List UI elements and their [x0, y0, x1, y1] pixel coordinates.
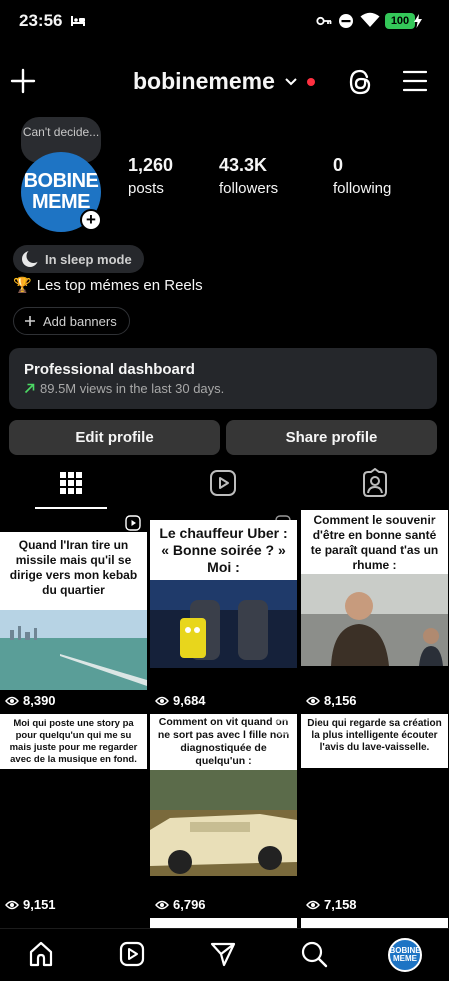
grid-post[interactable]: Moi qui poste une story pa pour quelqu'u… [0, 714, 147, 915]
stat-posts[interactable]: 1,260 posts [128, 155, 173, 197]
reel-indicator-icon [275, 515, 291, 531]
tagged-icon[interactable] [360, 468, 390, 498]
charging-icon [414, 14, 422, 28]
status-time: 23:56 [19, 11, 63, 30]
stat-label: followers [219, 180, 279, 197]
threads-icon[interactable] [348, 68, 374, 96]
home-icon[interactable] [27, 940, 55, 968]
trophy-icon: 🏆 [13, 277, 32, 294]
post-image [150, 580, 297, 668]
view-count: 8,156 [306, 693, 357, 708]
stat-followers[interactable]: 43.3K followers [219, 155, 278, 197]
edit-profile-button[interactable]: Edit profile [9, 420, 220, 455]
trend-up-arrow-icon [24, 383, 35, 394]
view-count-value: 8,390 [23, 693, 56, 708]
search-icon[interactable] [300, 940, 328, 968]
profile-tabs [0, 460, 449, 509]
dashboard-subtitle: 89.5M views in the last 30 days. [24, 381, 422, 396]
plus-icon [25, 316, 35, 326]
add-banners-button[interactable]: Add banners [13, 307, 130, 335]
view-count-value: 7,158 [324, 897, 357, 912]
messages-icon[interactable] [209, 940, 237, 968]
sleep-mode-badge[interactable]: In sleep mode [13, 245, 144, 273]
stat-label: posts [128, 180, 164, 197]
moon-icon [22, 250, 39, 267]
grid-post[interactable]: Dieu qui regarde sa création la plus int… [301, 714, 448, 915]
post-caption: Dieu qui regarde sa création la plus int… [301, 714, 448, 768]
add-story-button[interactable]: + [80, 209, 102, 231]
grid-icon[interactable] [56, 468, 86, 498]
sleep-mode-label: In sleep mode [45, 251, 132, 267]
account-switcher[interactable]: bobinememe [133, 68, 315, 95]
status-bar: 23:56 100 [0, 0, 449, 44]
dashboard-title: Professional dashboard [24, 361, 195, 378]
view-count: 7,158 [306, 897, 357, 912]
eye-icon [306, 696, 320, 705]
vpn-key-icon [316, 16, 332, 26]
stat-label: following [333, 180, 392, 197]
view-count-value: 9,151 [23, 897, 56, 912]
bottom-navigation: BOBINE MEME [0, 928, 449, 981]
avatar-text-line-2: MEME [393, 954, 417, 963]
reel-indicator-icon [125, 515, 141, 531]
profile-header: bobinememe [0, 56, 449, 108]
wifi-icon [360, 12, 380, 27]
view-count-value: 6,796 [173, 897, 206, 912]
hamburger-menu-icon[interactable] [403, 70, 427, 92]
battery-icon: 100 [385, 13, 415, 29]
grid-post[interactable]: Comment le souvenir d'être en bonne sant… [301, 510, 448, 711]
avatar-text-line-1: BOBINE [23, 170, 99, 192]
view-count: 9,684 [155, 693, 206, 708]
reel-indicator-icon [275, 719, 291, 735]
reel-indicator-icon [426, 515, 442, 531]
post-caption: Quand l'Iran tire un missile mais qu'il … [0, 532, 147, 610]
bed-icon [71, 16, 85, 26]
eye-icon [155, 696, 169, 705]
grid-post[interactable]: Quand l'Iran tire un missile mais qu'il … [0, 510, 147, 711]
eye-icon [155, 900, 169, 909]
reels-icon[interactable] [208, 468, 238, 498]
active-tab-indicator [35, 507, 107, 509]
dashboard-views-text: 89.5M views in the last 30 days. [40, 381, 225, 396]
view-count-value: 8,156 [324, 693, 357, 708]
do-not-disturb-icon [339, 14, 353, 28]
bio-text: Les top mémes en Reels [36, 276, 203, 294]
view-count: 6,796 [155, 897, 206, 912]
view-count: 8,390 [5, 693, 56, 708]
stat-following[interactable]: 0 following [333, 155, 391, 197]
reels-icon[interactable] [118, 940, 146, 968]
post-caption: Moi qui poste une story pa pour quelqu'u… [0, 714, 147, 769]
eye-icon [5, 696, 19, 705]
view-count-value: 9,684 [173, 693, 206, 708]
bio: 🏆 Les top mémes en Reels [13, 276, 203, 295]
profile-avatar[interactable]: BOBINE MEME [388, 938, 422, 972]
eye-icon [5, 900, 19, 909]
grid-post-partial[interactable] [150, 918, 297, 928]
grid-post[interactable]: Le chauffeur Uber : « Bonne soirée ? » M… [150, 510, 297, 711]
post-image [0, 610, 147, 690]
view-count: 9,151 [5, 897, 56, 912]
plus-icon[interactable] [10, 68, 36, 94]
add-banners-label: Add banners [43, 313, 117, 329]
post-image [301, 574, 448, 666]
share-profile-button[interactable]: Share profile [226, 420, 437, 455]
notification-dot [306, 77, 315, 86]
stat-value: 1,260 [128, 155, 174, 175]
professional-dashboard[interactable]: Professional dashboard 89.5M views in th… [9, 348, 437, 409]
eye-icon [306, 900, 320, 909]
username: bobinememe [133, 68, 275, 94]
avatar-text-line-2: MEME [32, 191, 91, 213]
grid-post-partial[interactable] [301, 918, 448, 928]
chevron-down-icon [285, 77, 297, 85]
stat-value: 43.3K [219, 155, 268, 175]
posts-grid: Quand l'Iran tire un missile mais qu'il … [0, 510, 449, 928]
stat-value: 0 [333, 155, 344, 175]
post-image [150, 770, 297, 876]
grid-post[interactable]: Comment on vit quand on ne sort pas avec… [150, 714, 297, 915]
